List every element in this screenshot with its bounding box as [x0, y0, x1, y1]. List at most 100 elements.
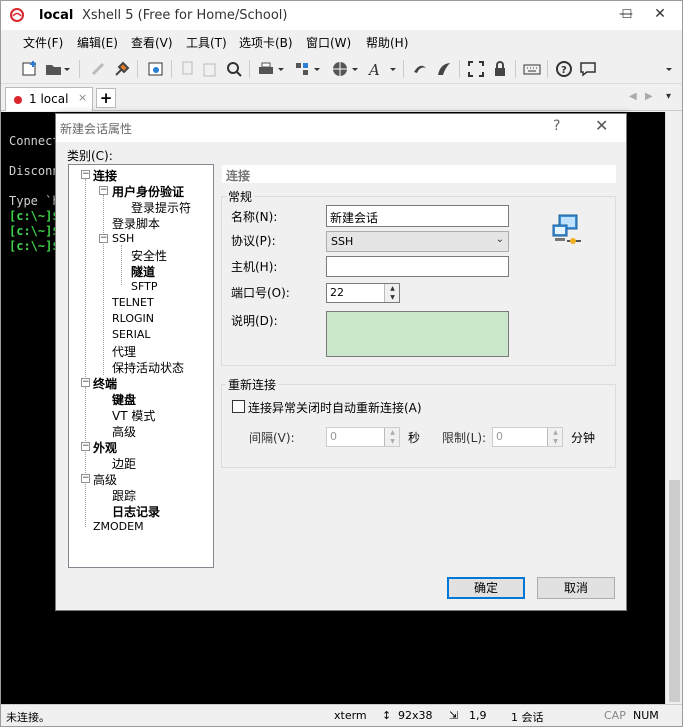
menu-bar: 文件(F) 编辑(E) 查看(V) 工具(T) 选项卡(B) 窗口(W) 帮助(… — [1, 30, 682, 54]
print-icon[interactable] — [257, 60, 275, 78]
add-tab-button[interactable]: + — [96, 88, 116, 108]
tree-item-connection[interactable]: 连接 — [93, 167, 117, 184]
scrollbar-thumb[interactable] — [669, 480, 680, 702]
menu-edit[interactable]: 编辑(E) — [77, 34, 118, 51]
port-spinner[interactable]: 22 ▲ ▼ — [326, 283, 400, 303]
chevron-down-icon[interactable] — [389, 60, 397, 78]
tab-scroll-left-icon[interactable]: ◀ — [629, 91, 637, 102]
xftp-icon[interactable] — [411, 60, 429, 78]
name-input[interactable]: 新建会话 — [326, 205, 509, 227]
xmanager-icon[interactable] — [435, 60, 453, 78]
fullscreen-icon[interactable] — [467, 60, 485, 78]
tree-item-security[interactable]: 安全性 — [131, 247, 167, 264]
chevron-down-icon[interactable] — [665, 60, 673, 78]
tree-collapse-icon[interactable]: − — [99, 186, 108, 195]
host-input[interactable] — [326, 256, 509, 277]
spin-up-icon[interactable]: ▲ — [385, 428, 400, 437]
tree-item-logging[interactable]: 日志记录 — [112, 503, 160, 520]
tab-local[interactable]: 1 local × — [5, 87, 93, 111]
num-lock-indicator: NUM — [633, 709, 659, 722]
tree-collapse-icon[interactable]: − — [99, 234, 108, 243]
ok-button[interactable]: 确定 — [447, 577, 525, 599]
tree-item-telnet[interactable]: TELNET — [112, 296, 154, 309]
tree-item-advanced[interactable]: 高级 — [93, 471, 117, 488]
link-icon[interactable] — [89, 60, 107, 78]
tree-item-serial[interactable]: SERIAL — [112, 328, 150, 341]
spin-up-icon[interactable]: ▲ — [548, 428, 563, 437]
copy-icon[interactable] — [179, 60, 197, 78]
keyboard-icon[interactable] — [523, 60, 541, 78]
dialog-close-button[interactable]: ✕ — [595, 116, 608, 135]
caps-lock-indicator: CAP — [604, 709, 626, 722]
tree-item-login-script[interactable]: 登录脚本 — [112, 215, 160, 232]
tab-scroll-right-icon[interactable]: ▶ — [645, 91, 653, 102]
tab-close-icon[interactable]: × — [78, 91, 87, 104]
globe-icon[interactable] — [331, 60, 349, 78]
auto-reconnect-checkbox[interactable] — [232, 400, 245, 413]
menu-file[interactable]: 文件(F) — [23, 34, 63, 51]
open-folder-icon[interactable] — [45, 60, 63, 78]
menu-view[interactable]: 查看(V) — [131, 34, 173, 51]
chevron-down-icon[interactable] — [351, 60, 359, 78]
tree-item-rlogin[interactable]: RLOGIN — [112, 312, 154, 325]
chevron-down-icon[interactable] — [313, 60, 321, 78]
paste-icon[interactable] — [201, 60, 219, 78]
dialog-help-button[interactable]: ? — [553, 118, 560, 134]
tree-item-appearance[interactable]: 外观 — [93, 439, 117, 456]
tree-collapse-icon[interactable]: − — [81, 474, 90, 483]
interval-value: 0 — [330, 430, 337, 443]
tree-item-login-prompt[interactable]: 登录提示符 — [131, 199, 191, 216]
tree-item-sftp[interactable]: SFTP — [131, 280, 157, 293]
menu-tools[interactable]: 工具(T) — [186, 34, 227, 51]
menu-window[interactable]: 窗口(W) — [306, 34, 351, 51]
spin-down-icon[interactable]: ▼ — [385, 293, 400, 302]
terminal-scrollbar[interactable] — [665, 112, 682, 704]
interval-spinner[interactable]: 0 ▲ ▼ — [326, 427, 400, 447]
find-icon[interactable] — [225, 60, 243, 78]
spin-up-icon[interactable]: ▲ — [385, 284, 400, 293]
font-icon[interactable]: A — [367, 60, 385, 79]
tree-item-keyboard[interactable]: 键盘 — [112, 391, 136, 408]
spin-down-icon[interactable]: ▼ — [548, 437, 563, 446]
close-window-button[interactable]: ✕ — [645, 1, 675, 30]
help-icon[interactable]: ? — [555, 60, 573, 78]
connection-status-text: 未连接。 — [6, 711, 50, 724]
menu-help[interactable]: 帮助(H) — [366, 34, 408, 51]
tab-list-chevron-icon[interactable]: ▾ — [666, 91, 671, 102]
tree-item-trace[interactable]: 跟踪 — [112, 487, 136, 504]
transfer-icon[interactable] — [293, 60, 311, 78]
tree-item-zmodem[interactable]: ZMODEM — [93, 520, 144, 533]
protocol-select[interactable]: SSH ⌄ — [326, 231, 509, 252]
lock-icon[interactable] — [491, 60, 509, 78]
tree-item-terminal[interactable]: 终端 — [93, 375, 117, 392]
tree-collapse-icon[interactable]: − — [81, 442, 90, 451]
interval-label: 间隔(V): — [249, 431, 295, 445]
tree-item-ssh[interactable]: SSH — [112, 232, 134, 245]
chevron-down-icon[interactable] — [277, 60, 285, 78]
toolbar-separator — [547, 60, 548, 78]
tree-item-proxy[interactable]: 代理 — [112, 343, 136, 360]
cancel-button[interactable]: 取消 — [537, 577, 615, 599]
tree-item-user-auth[interactable]: 用户身份验证 — [112, 183, 184, 200]
properties-icon[interactable] — [147, 60, 165, 78]
tree-item-terminal-advanced[interactable]: 高级 — [112, 423, 136, 440]
auto-reconnect-label[interactable]: 连接异常关闭时自动重新连接(A) — [248, 399, 422, 416]
tree-collapse-icon[interactable]: − — [81, 378, 90, 387]
description-textarea[interactable] — [326, 311, 509, 357]
limit-spinner[interactable]: 0 ▲ ▼ — [492, 427, 563, 447]
chat-icon[interactable] — [579, 60, 597, 78]
svg-text:?: ? — [561, 65, 567, 76]
tree-item-keepalive[interactable]: 保持活动状态 — [112, 359, 184, 376]
maximize-button[interactable]: ☐ — [612, 1, 642, 30]
disconnect-icon[interactable] — [113, 60, 131, 78]
chevron-down-icon[interactable] — [63, 60, 71, 78]
spin-down-icon[interactable]: ▼ — [385, 437, 400, 446]
title-bar: local Xshell 5 (Free for Home/School) — … — [1, 1, 682, 30]
tree-collapse-icon[interactable]: − — [81, 170, 90, 179]
toolbar-separator — [459, 60, 460, 78]
menu-tabs[interactable]: 选项卡(B) — [239, 34, 293, 51]
tree-item-tunneling[interactable]: 隧道 — [131, 263, 155, 280]
new-session-icon[interactable] — [21, 60, 39, 78]
tree-item-margins[interactable]: 边距 — [112, 455, 136, 472]
tree-item-vt-mode[interactable]: VT 模式 — [112, 407, 155, 424]
